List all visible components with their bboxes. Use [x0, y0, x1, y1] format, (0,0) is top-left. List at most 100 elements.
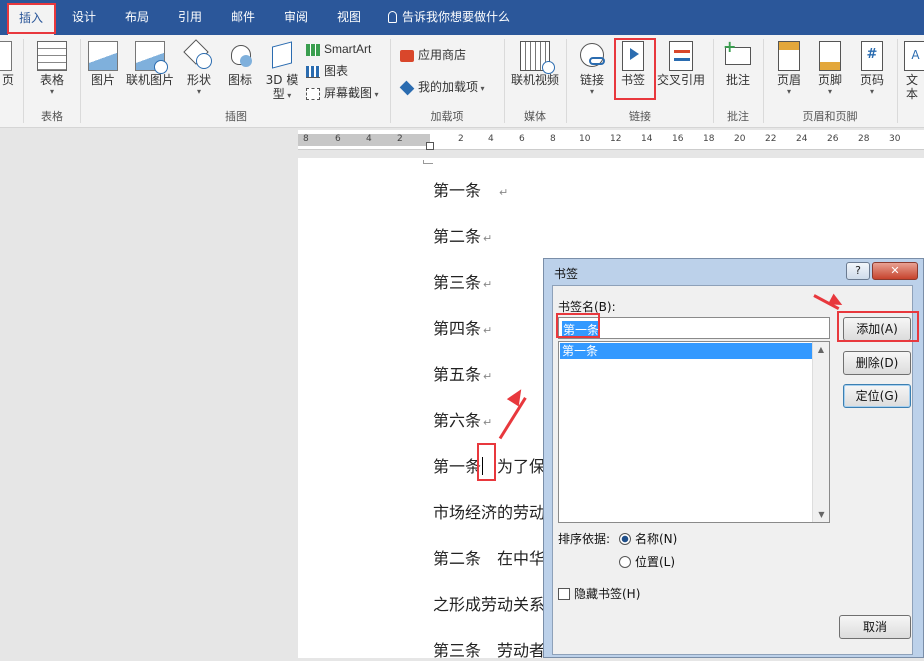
header-icon [778, 41, 800, 71]
group-label-illustrations: 插图 [225, 110, 247, 123]
lightbulb-icon [388, 11, 397, 23]
globe-link-icon [577, 41, 607, 71]
bookmark-list[interactable]: 第一条 ▲ ▼ [558, 341, 830, 523]
table-button[interactable]: 表格 ▾ [30, 35, 74, 96]
textbox-icon: A [904, 41, 924, 71]
ruler-tick: 2 [458, 134, 464, 144]
margin-mark [423, 160, 433, 164]
chart-button[interactable]: 图表 [306, 63, 348, 79]
icons-label: 图标 [227, 73, 252, 87]
comment-label: 批注 [725, 73, 750, 87]
ruler-tick: 8 [303, 134, 309, 144]
help-button[interactable]: ? [846, 262, 870, 280]
doc-line-11: 第三条 劳动者 [433, 641, 546, 660]
chart-icon [306, 65, 320, 78]
doc-line-5: 第五条 ↵ [433, 365, 493, 384]
picture-label: 图片 [90, 73, 115, 87]
horizontal-ruler[interactable]: 8 6 4 2 2 4 6 8 10 12 14 16 18 20 22 24 … [298, 130, 924, 150]
tab-view[interactable]: 视图 [327, 0, 371, 35]
list-item[interactable]: 第一条 [560, 343, 812, 359]
group-label-table: 表格 [41, 110, 63, 123]
cross-reference-button[interactable]: 交叉引用 [654, 35, 708, 87]
screenshot-button[interactable]: 屏幕截图 ▾ [306, 85, 379, 103]
page-number-icon: # [861, 41, 883, 71]
text-label: 文本 [906, 73, 919, 101]
footer-icon [819, 41, 841, 71]
doc-line-10: 之形成劳动关系 [433, 595, 546, 614]
cancel-button[interactable]: 取消 [839, 615, 911, 639]
tab-mailings[interactable]: 邮件 [221, 0, 265, 35]
chart-label: 图表 [324, 64, 349, 78]
page-number-button[interactable]: # 页码 ▾ [852, 35, 892, 96]
text-button[interactable]: A 文本 [902, 35, 924, 101]
screenshot-icon [306, 87, 320, 100]
tell-me-label: 告诉我你想要做什么 [402, 10, 511, 24]
ruler-tick: 8 [550, 134, 556, 144]
shapes-icon [183, 39, 214, 71]
highlight-add-button [837, 311, 919, 342]
dropdown-arrow-icon: ▾ [589, 87, 594, 96]
footer-button[interactable]: 页脚 ▾ [811, 35, 849, 96]
3d-model-label-2: 型 ▾ [272, 87, 292, 101]
table-label: 表格 [39, 73, 64, 87]
link-button[interactable]: 链接 ▾ [572, 35, 612, 96]
comment-button[interactable]: + 批注 [718, 35, 758, 87]
tell-me-box[interactable]: 告诉我你想要做什么 [388, 0, 510, 35]
dropdown-arrow-icon: ▾ [372, 90, 379, 99]
ruler-tick: 4 [488, 134, 494, 144]
dropdown-arrow-icon: ▾ [49, 87, 54, 96]
dropdown-arrow-icon: ▾ [827, 87, 832, 96]
tab-references[interactable]: 引用 [168, 0, 212, 35]
group-label-addins: 加载项 [430, 110, 464, 123]
footer-label: 页脚 [817, 73, 842, 87]
delete-button[interactable]: 删除(D) [843, 351, 911, 375]
smartart-button[interactable]: SmartArt [306, 41, 371, 57]
close-button[interactable]: ✕ [872, 262, 918, 280]
ruler-tick: 16 [672, 134, 684, 144]
list-scrollbar[interactable]: ▲ ▼ [812, 342, 829, 522]
screenshot-label: 屏幕截图 [324, 86, 373, 100]
ruler-tick: 14 [641, 134, 653, 144]
sort-label: 排序依据: [558, 532, 611, 546]
3d-model-button[interactable]: 3D 模 型 ▾ [262, 35, 302, 103]
ruler-tick: 10 [579, 134, 591, 144]
highlight-insert-tab [7, 3, 56, 34]
online-picture-icon [135, 41, 168, 74]
tab-review[interactable]: 审阅 [274, 0, 318, 35]
ruler-tick: 24 [796, 134, 808, 144]
hidden-bookmarks-checkbox[interactable]: 隐藏书签(H) [558, 585, 640, 602]
my-addins-button[interactable]: 我的加载项 ▾ [399, 79, 485, 97]
doc-line-9: 第二条 在中华 [433, 549, 546, 568]
dropdown-arrow-icon: ▾ [478, 84, 485, 93]
online-video-label: 联机视频 [510, 73, 559, 87]
online-video-button[interactable]: 联机视频 [508, 35, 562, 87]
indent-marker[interactable] [426, 142, 434, 150]
ruler-tick: 4 [366, 134, 372, 144]
ruler-tick: 30 [889, 134, 901, 144]
shapes-button[interactable]: 形状 ▾ [180, 35, 218, 96]
icons-button[interactable]: 图标 [222, 35, 258, 87]
scroll-up-icon[interactable]: ▲ [813, 345, 829, 354]
header-button[interactable]: 页眉 ▾ [770, 35, 808, 96]
sort-name-radio[interactable]: 名称(N) [619, 530, 677, 547]
addins-icon [399, 80, 415, 95]
online-picture-button[interactable]: 联机图片 [124, 35, 176, 87]
icons-icon [225, 41, 255, 71]
goto-button[interactable]: 定位(G) [843, 384, 911, 408]
doc-line-6: 第六条 ↵ [433, 411, 493, 430]
tab-design[interactable]: 设计 [62, 0, 106, 35]
checkbox-icon [558, 588, 570, 600]
picture-button[interactable]: 图片 [86, 35, 120, 87]
pages-button[interactable]: 页 [0, 35, 16, 87]
sort-location-radio[interactable]: 位置(L) [619, 553, 675, 570]
group-label-comments: 批注 [727, 110, 749, 123]
smartart-icon [306, 43, 320, 56]
scroll-down-icon[interactable]: ▼ [813, 510, 830, 519]
tab-layout[interactable]: 布局 [115, 0, 159, 35]
radio-checked-icon [619, 533, 631, 545]
highlight-cursor [477, 443, 496, 481]
link-label: 链接 [579, 73, 604, 87]
store-button[interactable]: 应用商店 [400, 47, 466, 63]
ruler-tick: 26 [827, 134, 839, 144]
smartart-label: SmartArt [324, 42, 372, 56]
